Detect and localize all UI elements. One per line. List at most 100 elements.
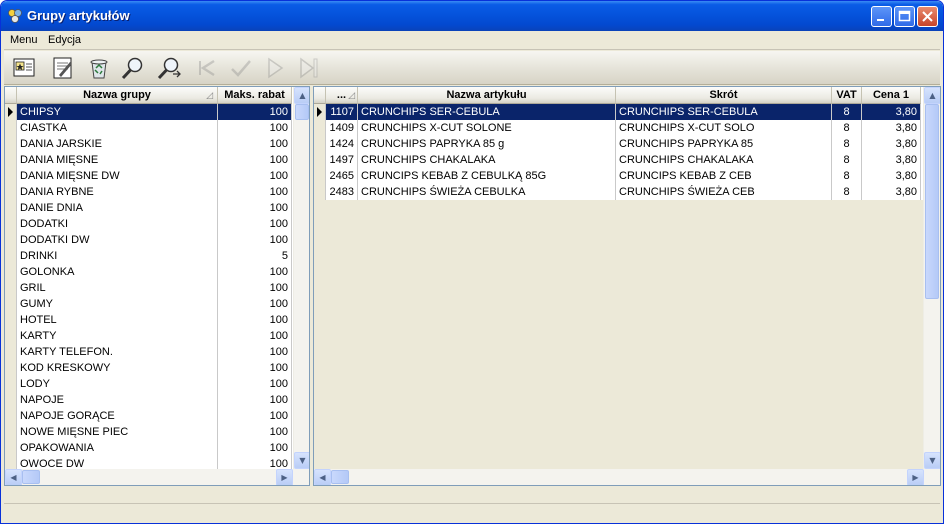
scroll-left-button[interactable]: ◀ <box>314 469 331 485</box>
scroll-thumb[interactable] <box>295 104 309 120</box>
article-row[interactable]: 1424 CRUNCHIPS PAPRYKA 85 g CRUNCHIPS PAPR… <box>314 136 922 152</box>
articles-vscroll[interactable]: ▲ ▼ <box>923 87 940 469</box>
group-max-discount: 100 <box>218 264 292 280</box>
group-row[interactable]: NAPOJE 100 <box>5 392 293 408</box>
group-row[interactable]: DANIA MIĘSNE DW 100 <box>5 168 293 184</box>
scroll-thumb[interactable] <box>925 104 939 299</box>
group-max-discount: 100 <box>218 424 292 440</box>
group-name: DANIE DNIA <box>17 200 218 216</box>
group-row[interactable]: DANIA RYBNE 100 <box>5 184 293 200</box>
group-name: CHIPSY <box>17 104 218 120</box>
article-code: 2483 <box>326 184 358 200</box>
group-row[interactable]: CHIPSY 100 <box>5 104 293 120</box>
toolbar-play-button[interactable] <box>260 54 290 82</box>
row-indicator <box>314 168 326 184</box>
group-row[interactable]: GOLONKA 100 <box>5 264 293 280</box>
group-max-discount: 100 <box>218 376 292 392</box>
toolbar-recycle-button[interactable] <box>84 54 114 82</box>
group-row[interactable]: NOWE MIĘSNE PIEC 100 <box>5 424 293 440</box>
article-code: 2465 <box>326 168 358 184</box>
article-name: CRUNCIPS KEBAB Z CEBULKĄ 85G <box>358 168 616 184</box>
group-row[interactable]: DODATKI DW 100 <box>5 232 293 248</box>
minimize-button[interactable] <box>871 6 892 27</box>
toolbar-search-button[interactable] <box>118 54 148 82</box>
group-row[interactable]: KARTY 100 <box>5 328 293 344</box>
menu-item-edycja[interactable]: Edycja <box>48 34 81 46</box>
article-row[interactable]: 1497 CRUNCHIPS CHAKALAKA CRUNCHIPS CHAKALA… <box>314 152 922 168</box>
group-row[interactable]: HOTEL 100 <box>5 312 293 328</box>
scroll-right-button[interactable]: ▶ <box>276 469 293 485</box>
articles-header-price[interactable]: Cena 1 <box>862 87 921 104</box>
group-row[interactable]: GUMY 100 <box>5 296 293 312</box>
group-row[interactable]: DRINKI 5 <box>5 248 293 264</box>
article-code: 1107 <box>326 104 358 120</box>
scroll-up-button[interactable]: ▲ <box>294 87 309 104</box>
scroll-left-button[interactable]: ◀ <box>5 469 22 485</box>
group-row[interactable]: DODATKI 100 <box>5 216 293 232</box>
groups-header-max-discount[interactable]: Maks. rabat <box>218 87 292 104</box>
scroll-thumb[interactable] <box>22 470 40 484</box>
group-row[interactable]: NAPOJE GORĄCE 100 <box>5 408 293 424</box>
articles-header-code[interactable]: ... ◿ <box>326 87 358 104</box>
groups-header-name[interactable]: Nazwa grupy ◿ <box>17 87 218 104</box>
article-shortcut: CRUNCHIPS PAPRYKA 85 <box>616 136 832 152</box>
articles-hscroll[interactable]: ◀ ▶ <box>314 469 940 485</box>
group-row[interactable]: OPAKOWANIA 100 <box>5 440 293 456</box>
article-shortcut: CRUNCHIPS CHAKALAKA <box>616 152 832 168</box>
scroll-down-button[interactable]: ▼ <box>294 452 309 469</box>
article-row[interactable]: 1107 CRUNCHIPS SER-CEBULA CRUNCHIPS SER-CE… <box>314 104 922 120</box>
articles-header-name[interactable]: Nazwa artykułu <box>358 87 616 104</box>
scroll-up-button[interactable]: ▲ <box>924 87 940 104</box>
menu-item-menu[interactable]: Menu <box>10 34 38 46</box>
group-row[interactable]: DANIE DNIA 100 <box>5 200 293 216</box>
group-name: OPAKOWANIA <box>17 440 218 456</box>
toolbar-edit-button[interactable] <box>48 54 78 82</box>
title-bar[interactable]: Grupy artykułów <box>1 1 943 31</box>
article-price: 3,80 <box>862 168 921 184</box>
articles-header-vat[interactable]: VAT <box>832 87 862 104</box>
row-indicator <box>5 152 17 168</box>
toolbar-skip-end-button[interactable] <box>294 54 324 82</box>
group-max-discount: 100 <box>218 392 292 408</box>
row-indicator <box>5 408 17 424</box>
scroll-down-button[interactable]: ▼ <box>924 452 940 469</box>
close-button[interactable] <box>917 6 938 27</box>
group-name: DODATKI DW <box>17 232 218 248</box>
group-row[interactable]: CIASTKA 100 <box>5 120 293 136</box>
article-row[interactable]: 2465 CRUNCIPS KEBAB Z CEBULKĄ 85G CRUNCIPS… <box>314 168 922 184</box>
group-name: DANIA RYBNE <box>17 184 218 200</box>
article-code: 1409 <box>326 120 358 136</box>
group-row[interactable]: KARTY TELEFON. 100 <box>5 344 293 360</box>
current-row-icon <box>8 107 13 117</box>
group-name: KOD KRESKOWY <box>17 360 218 376</box>
search-next-icon <box>157 57 181 80</box>
article-vat: 8 <box>832 136 862 152</box>
row-indicator <box>314 104 326 120</box>
group-max-discount: 100 <box>218 312 292 328</box>
toolbar-back-button[interactable] <box>192 54 222 82</box>
article-row[interactable]: 1409 CRUNCHIPS X-CUT SOLONE CRUNCHIPS X-CU… <box>314 120 922 136</box>
group-row[interactable]: DANIA JARSKIE 100 <box>5 136 293 152</box>
group-row[interactable]: GRIL 100 <box>5 280 293 296</box>
maximize-button[interactable] <box>894 6 915 27</box>
group-max-discount: 100 <box>218 152 292 168</box>
scroll-right-button[interactable]: ▶ <box>907 469 924 485</box>
groups-hscroll[interactable]: ◀ ▶ <box>5 469 309 485</box>
menu-bar: Menu Edycja <box>4 31 940 50</box>
toolbar-search-next-button[interactable] <box>154 54 184 82</box>
article-row[interactable]: 2483 CRUNCHIPS ŚWIEŻA CEBULKA CRUNCHIPS ŚW… <box>314 184 922 200</box>
empty-grid-area <box>314 200 923 469</box>
groups-vscroll[interactable]: ▲ ▼ <box>293 87 309 469</box>
toolbar-card-button[interactable] <box>10 54 40 82</box>
articles-header-shortcut[interactable]: Skrót <box>616 87 832 104</box>
app-window: Grupy artykułów Menu Edycja Nazwa grupy … <box>0 0 944 524</box>
group-row[interactable]: LODY 100 <box>5 376 293 392</box>
article-name: CRUNCHIPS SER-CEBULA <box>358 104 616 120</box>
group-name: GRIL <box>17 280 218 296</box>
row-indicator <box>5 328 17 344</box>
scroll-thumb[interactable] <box>331 470 349 484</box>
group-row[interactable]: DANIA MIĘSNE 100 <box>5 152 293 168</box>
toolbar-check-button[interactable] <box>226 54 256 82</box>
article-name: CRUNCHIPS CHAKALAKA <box>358 152 616 168</box>
group-row[interactable]: KOD KRESKOWY 100 <box>5 360 293 376</box>
